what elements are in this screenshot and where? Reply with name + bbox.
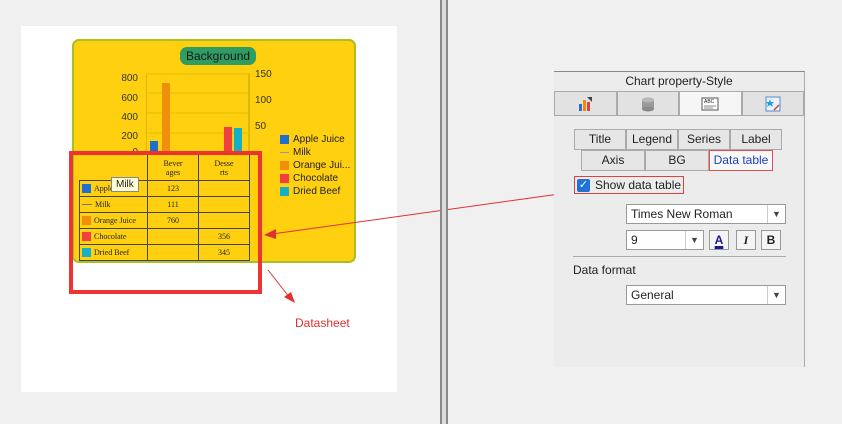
legend-swatch [280, 187, 289, 196]
legend-swatch [280, 135, 289, 144]
data-format-select[interactable]: General ▼ [626, 285, 786, 305]
text-style-icon: ABC [701, 97, 719, 110]
tab-text-style[interactable]: ABC [679, 91, 742, 115]
font-size-select[interactable]: 9 ▼ [626, 230, 704, 250]
legend-label: Orange Jui... [293, 160, 351, 171]
font-family-select[interactable]: Times New Roman ▼ [626, 204, 786, 224]
legend-label: Chocolate [293, 173, 339, 184]
legend-swatch [280, 152, 289, 153]
tab-axis[interactable]: Axis [581, 150, 645, 171]
tab-legend[interactable]: Legend [626, 129, 678, 150]
legend-swatch [280, 161, 289, 170]
data-format-label: Data format [573, 263, 636, 277]
font-color-button[interactable]: A [709, 230, 729, 250]
legend-item: Apple Juice [280, 133, 350, 146]
chevron-down-icon: ▼ [767, 286, 785, 304]
bold-icon: B [766, 233, 776, 247]
left-axis-tick: 800 [121, 73, 138, 84]
font-color-icon: A [714, 233, 724, 247]
tab-data-table[interactable]: Data table [709, 150, 773, 171]
tab-bg[interactable]: BG [645, 150, 709, 171]
tab-chart-style[interactable] [554, 91, 617, 115]
left-axis-tick: 400 [121, 112, 138, 123]
bold-button[interactable]: B [761, 230, 781, 250]
effects-icon [765, 96, 781, 111]
chart-plot [146, 73, 250, 153]
data-format-value: General [631, 288, 674, 302]
icon-tab-bar: ABC [554, 91, 804, 116]
show-data-table-label: Show data table [595, 178, 682, 192]
font-size-value: 9 [631, 233, 638, 247]
chevron-down-icon: ▼ [767, 205, 785, 223]
chart-style-icon [579, 96, 593, 111]
panel-title: Chart property-Style [625, 74, 733, 88]
legend-item: Orange Jui... [280, 159, 350, 172]
bar-orange-juice [162, 83, 170, 153]
chevron-down-icon: ▼ [685, 231, 703, 249]
show-data-table-row: ✓ Show data table [574, 176, 685, 194]
chart-legend[interactable]: Apple Juice Milk Orange Jui... Chocolate… [280, 133, 350, 198]
left-axis-tick: 600 [121, 93, 138, 104]
italic-button[interactable]: I [736, 230, 756, 250]
legend-label: Apple Juice [293, 134, 345, 145]
right-axis-tick: 50 [255, 121, 267, 132]
svg-text:ABC: ABC [704, 99, 715, 105]
legend-label: Dried Beef [293, 186, 341, 197]
property-tab-row-2: Axis BG Data table [581, 150, 773, 171]
splitter[interactable] [440, 0, 448, 424]
tab-effects[interactable] [741, 91, 804, 115]
legend-label: Milk [293, 147, 311, 158]
tab-data-source[interactable] [616, 91, 679, 115]
property-tab-row-1: Title Legend Series Label [574, 129, 782, 150]
legend-item: Dried Beef [280, 185, 350, 198]
bar-dried-beef [234, 128, 242, 153]
right-axis-tick: 150 [255, 69, 272, 80]
separator [573, 256, 786, 257]
left-axis-tick: 200 [121, 131, 138, 142]
datasheet-annotation: Datasheet [295, 316, 350, 330]
database-icon [641, 97, 654, 111]
tab-label[interactable]: Label [730, 129, 782, 150]
tab-series[interactable]: Series [678, 129, 730, 150]
checkmark-icon: ✓ [577, 178, 590, 192]
legend-item: Chocolate [280, 172, 350, 185]
tab-title[interactable]: Title [574, 129, 626, 150]
highlight-box [69, 151, 262, 294]
italic-icon: I [743, 232, 749, 247]
legend-item: Milk [280, 146, 350, 159]
chart-property-panel: Chart property-Style ABC Title Legend Se… [554, 71, 805, 367]
chart-canvas: Background 800 600 400 200 0 150 100 50 … [21, 26, 397, 392]
right-axis-tick: 100 [255, 95, 272, 106]
background-label: Background [180, 47, 257, 65]
legend-swatch [280, 174, 289, 183]
font-family-value: Times New Roman [631, 207, 733, 221]
bar-chocolate [224, 127, 232, 153]
show-data-table-checkbox[interactable]: ✓ Show data table [574, 176, 685, 194]
